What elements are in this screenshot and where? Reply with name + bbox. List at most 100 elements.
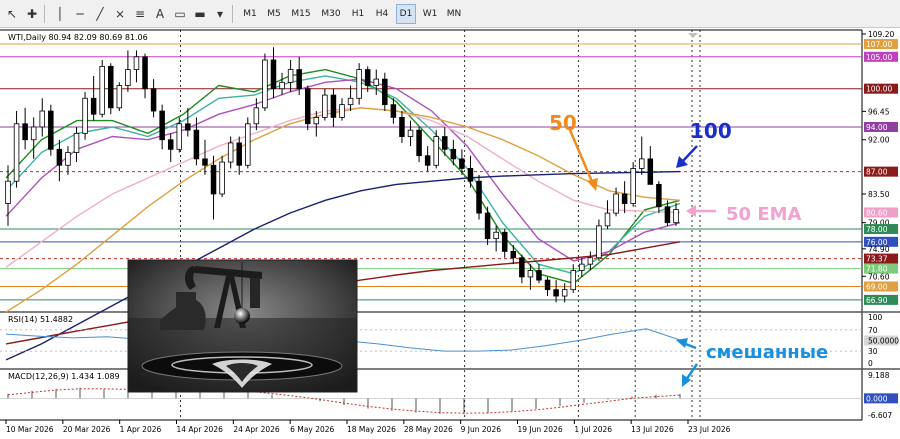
horizontal-line-icon[interactable]: ─: [72, 6, 88, 22]
bull-candle-body: [245, 123, 251, 166]
bear-candle-body: [476, 180, 482, 214]
bull-candle-body: [433, 136, 439, 166]
bear-candle-body: [210, 164, 217, 195]
channel-icon[interactable]: ⨯: [112, 6, 128, 22]
bear-candle-body: [484, 212, 491, 240]
bear-candle-body: [647, 158, 654, 185]
time-axis-label: 13 Jul 2026: [631, 425, 674, 434]
price-axis-label: 107.00: [866, 40, 892, 49]
rsi-axis-label: 50.0000: [868, 337, 899, 346]
bull-candle-body: [596, 225, 602, 259]
price-axis-label: 80.60: [866, 208, 888, 217]
bull-candle-body: [604, 212, 611, 227]
crosshair-icon[interactable]: ✚: [24, 6, 40, 22]
bull-candle-body: [339, 104, 345, 118]
bull-candle-body: [73, 132, 80, 153]
bull-candle-body: [227, 142, 234, 163]
time-axis-label: 14 Apr 2026: [177, 425, 224, 434]
bull-candle-body: [99, 65, 105, 115]
bull-candle-body: [313, 117, 320, 125]
bear-candle-body: [382, 78, 388, 106]
macd-axis-label: 0.000: [866, 394, 888, 403]
cursor-icon[interactable]: ↖: [4, 6, 20, 22]
candle: [476, 174, 482, 220]
bear-candle-body: [193, 129, 200, 160]
price-axis-label: 92.00: [868, 136, 890, 145]
bear-candle-body: [450, 148, 457, 160]
bull-candle-body: [322, 94, 328, 118]
rsi-header: RSI(14) 51.4882: [8, 315, 73, 324]
time-axis-label: 9 Jun 2026: [461, 425, 502, 434]
bull-candle-body: [356, 69, 362, 99]
timeframe-d1[interactable]: D1: [396, 4, 416, 24]
shapes-icon[interactable]: ▾: [212, 6, 228, 22]
price-axis-label: 83.50: [868, 190, 890, 199]
bear-candle-body: [656, 183, 662, 208]
toolbar-separator: [44, 5, 45, 23]
bear-candle-body: [202, 158, 208, 166]
bear-candle-body: [304, 88, 311, 125]
bull-candle-body: [133, 56, 140, 70]
oil-pump-photo: [127, 259, 358, 393]
annotation-mixed-label: смешанные: [706, 342, 828, 363]
bear-candle-body: [90, 97, 97, 115]
bear-candle-body: [22, 123, 28, 141]
bull-candle-body: [570, 270, 576, 291]
time-axis-label: 10 Mar 2026: [6, 425, 54, 434]
candle: [356, 63, 362, 105]
bear-candle-body: [424, 155, 431, 166]
timeframe-m15[interactable]: M15: [288, 4, 314, 24]
bull-candle-body: [279, 81, 285, 90]
timeframe-w1[interactable]: W1: [420, 4, 440, 24]
candle: [219, 155, 225, 198]
candle: [596, 219, 602, 261]
bull-candle-body: [13, 123, 20, 182]
bear-candle-body: [536, 270, 542, 281]
bear-candle-body: [236, 142, 242, 166]
bull-candle-body: [493, 231, 499, 240]
bull-candle-body: [347, 97, 354, 106]
bull-candle-body: [527, 270, 534, 278]
bull-candle-body: [613, 193, 619, 214]
bear-candle-body: [544, 279, 551, 291]
candle: [262, 53, 268, 112]
label-icon[interactable]: ▭: [172, 6, 188, 22]
timeframe-h4[interactable]: H4: [372, 4, 392, 24]
bear-candle-body: [442, 136, 448, 150]
timeframe-m30[interactable]: M30: [318, 4, 344, 24]
chart-toolbar: ↖ ✚ │ ─ ╱ ⨯ ≡ A ▭ ▬ ▾ M1 M5 M15 M30 H1 H…: [0, 0, 900, 28]
text-icon[interactable]: A: [152, 6, 168, 22]
bear-candle-body: [519, 257, 525, 278]
bear-candle-body: [150, 88, 157, 112]
time-axis-label: 1 Jul 2026: [574, 425, 612, 434]
rsi-axis-label: 30: [868, 347, 878, 356]
candle: [108, 63, 114, 115]
bull-candle-body: [407, 129, 414, 137]
fibonacci-icon[interactable]: ≡: [132, 6, 148, 22]
timeframe-m1[interactable]: M1: [240, 4, 260, 24]
timeframe-h1[interactable]: H1: [348, 4, 368, 24]
price-axis-label: 70.60: [868, 272, 890, 281]
bear-candle-body: [553, 289, 559, 297]
timeframe-mn[interactable]: MN: [444, 4, 464, 24]
macd-axis-label: -6.607: [868, 411, 892, 420]
chart-canvas[interactable]: 109.20107.00 105.00 100.00 96.45 94.00 92.00 8…: [0, 28, 900, 439]
rsi-axis-label: 0: [868, 359, 873, 368]
trendline-icon[interactable]: ╱: [92, 6, 108, 22]
rectangle-icon[interactable]: ▬: [192, 6, 208, 22]
bull-candle-body: [5, 180, 11, 204]
macd-header: MACD(12,26,9) 1.434 1.089: [8, 372, 120, 381]
timeframe-m5[interactable]: M5: [264, 4, 284, 24]
price-axis-label: 96.45: [868, 107, 890, 116]
bull-candle-body: [39, 110, 46, 128]
bull-candle-body: [125, 69, 131, 86]
bear-candle-body: [159, 110, 165, 141]
bull-candle-body: [673, 209, 679, 224]
bull-candle-body: [579, 263, 585, 271]
time-axis-label: 28 May 2026: [404, 425, 453, 434]
bull-candle-body: [65, 152, 71, 166]
bull-candle-body: [287, 69, 294, 83]
vertical-line-icon[interactable]: │: [52, 6, 68, 22]
annotation-100-label: 100: [690, 119, 732, 143]
time-axis-label: 23 Jul 2026: [688, 425, 731, 434]
